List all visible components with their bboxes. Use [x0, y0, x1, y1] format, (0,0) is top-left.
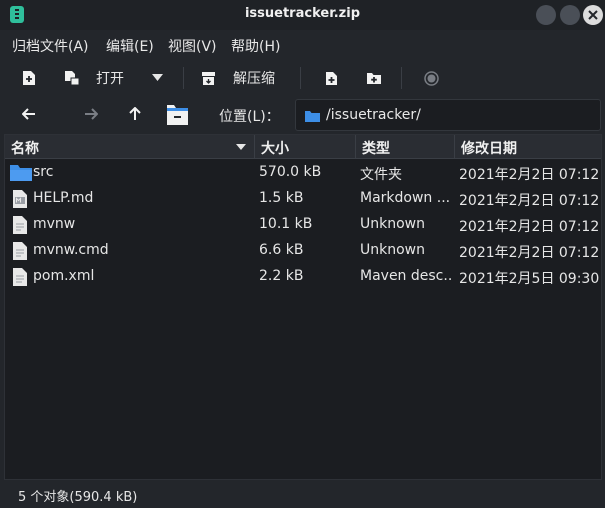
file-name: mvnw.cmd	[33, 242, 109, 258]
column-type-label: 类型	[362, 141, 390, 157]
file-size: 2.2 kB	[259, 268, 304, 284]
file-name: pom.xml	[33, 268, 95, 284]
forward-button[interactable]	[84, 108, 99, 124]
file-type: Maven desc...	[360, 268, 452, 284]
add-file-icon	[326, 71, 337, 85]
column-header-modified[interactable]: 修改日期	[455, 135, 601, 159]
markdown-file-icon	[13, 190, 27, 208]
open-label: 打开	[96, 71, 124, 87]
status-text: 5 个对象(590.4 kB)	[18, 490, 138, 505]
new-archive-button[interactable]	[22, 60, 36, 96]
file-type: 文件夹	[360, 167, 402, 183]
new-document-icon	[23, 71, 35, 85]
open-archive-icon	[65, 71, 80, 86]
close-button[interactable]	[583, 5, 603, 25]
back-button[interactable]	[21, 108, 36, 124]
file-type: Unknown	[360, 242, 425, 258]
arrow-right-icon	[85, 108, 99, 120]
home-button[interactable]	[166, 104, 189, 130]
table-row[interactable]: src 570.0 kB 文件夹 2021年2月2日 07:12	[5, 160, 601, 186]
file-icon	[13, 242, 27, 260]
add-folder-icon	[367, 73, 381, 84]
file-modified: 2021年2月2日 07:12	[459, 193, 600, 209]
column-header-row: 名称 大小 类型 修改日期	[5, 135, 601, 159]
column-header-name[interactable]: 名称	[5, 135, 255, 159]
file-size: 1.5 kB	[259, 190, 304, 206]
column-size-label: 大小	[261, 141, 289, 157]
open-button[interactable]: 打开	[64, 60, 124, 96]
toolbar: 打开 解压缩	[0, 60, 605, 96]
title-bar: issuetracker.zip	[0, 0, 605, 30]
location-label: 位置(L)：	[219, 109, 280, 125]
maximize-button[interactable]	[560, 5, 580, 25]
table-row[interactable]: pom.xml 2.2 kB Maven desc... 2021年2月5日 0…	[5, 264, 601, 290]
file-modified: 2021年2月5日 09:30	[459, 271, 600, 287]
close-icon	[588, 10, 598, 20]
minimize-button[interactable]	[536, 5, 556, 25]
toolbar-divider	[300, 67, 301, 89]
table-row[interactable]: mvnw.cmd 6.6 kB Unknown 2021年2月2日 07:12	[5, 238, 601, 264]
location-path: /issuetracker/	[326, 107, 421, 123]
file-size: 6.6 kB	[259, 242, 304, 258]
file-name: mvnw	[33, 216, 76, 232]
arrow-up-icon	[129, 106, 141, 120]
toolbar-divider	[401, 67, 402, 89]
toolbar-divider	[183, 67, 184, 89]
location-field[interactable]: /issuetracker/	[295, 99, 601, 131]
file-type: Markdown ...	[360, 190, 451, 206]
file-modified: 2021年2月2日 07:12	[459, 219, 600, 235]
sort-descending-icon	[236, 144, 246, 150]
file-size: 570.0 kB	[259, 164, 322, 180]
menu-archive[interactable]: 归档文件(A)	[12, 36, 89, 56]
add-folder-button[interactable]	[366, 60, 382, 96]
column-modified-label: 修改日期	[461, 141, 517, 157]
status-bar: 5 个对象(590.4 kB)	[0, 480, 605, 508]
column-header-type[interactable]: 类型	[356, 135, 455, 159]
stop-icon	[424, 70, 439, 86]
stop-button[interactable]	[424, 60, 439, 96]
menu-bar: 归档文件(A) 编辑(E) 视图(V) 帮助(H)	[0, 30, 605, 60]
table-row[interactable]: HELP.md 1.5 kB Markdown ... 2021年2月2日 07…	[5, 186, 601, 212]
column-name-label: 名称	[11, 141, 39, 157]
add-files-button[interactable]	[325, 60, 338, 96]
menu-edit[interactable]: 编辑(E)	[106, 36, 154, 56]
file-modified: 2021年2月2日 07:12	[459, 245, 600, 261]
file-size: 10.1 kB	[259, 216, 313, 232]
window-title: issuetracker.zip	[244, 6, 361, 21]
location-bar: 位置(L)： /issuetracker/	[0, 96, 605, 134]
column-header-size[interactable]: 大小	[255, 135, 356, 159]
extract-button[interactable]: 解压缩	[201, 60, 275, 96]
extract-label: 解压缩	[233, 71, 275, 87]
menu-view[interactable]: 视图(V)	[168, 36, 217, 56]
menu-help[interactable]: 帮助(H)	[231, 36, 280, 56]
up-button[interactable]	[129, 106, 141, 125]
file-icon	[13, 216, 27, 234]
open-dropdown-button[interactable]	[152, 60, 163, 96]
folder-icon	[305, 111, 320, 122]
file-type: Unknown	[360, 216, 425, 232]
file-modified: 2021年2月2日 07:12	[459, 167, 600, 183]
extract-icon	[202, 71, 215, 85]
arrow-left-icon	[21, 108, 35, 120]
file-name: HELP.md	[33, 190, 94, 206]
table-row[interactable]: mvnw 10.1 kB Unknown 2021年2月2日 07:12	[5, 212, 601, 238]
xml-file-icon	[13, 268, 27, 286]
file-list: 名称 大小 类型 修改日期 src 570.0 kB 文件夹 2021年2月2日…	[4, 134, 602, 480]
file-name: src	[33, 164, 54, 180]
chevron-down-icon	[152, 74, 163, 81]
home-folder-icon	[167, 105, 188, 125]
folder-icon	[10, 165, 32, 181]
